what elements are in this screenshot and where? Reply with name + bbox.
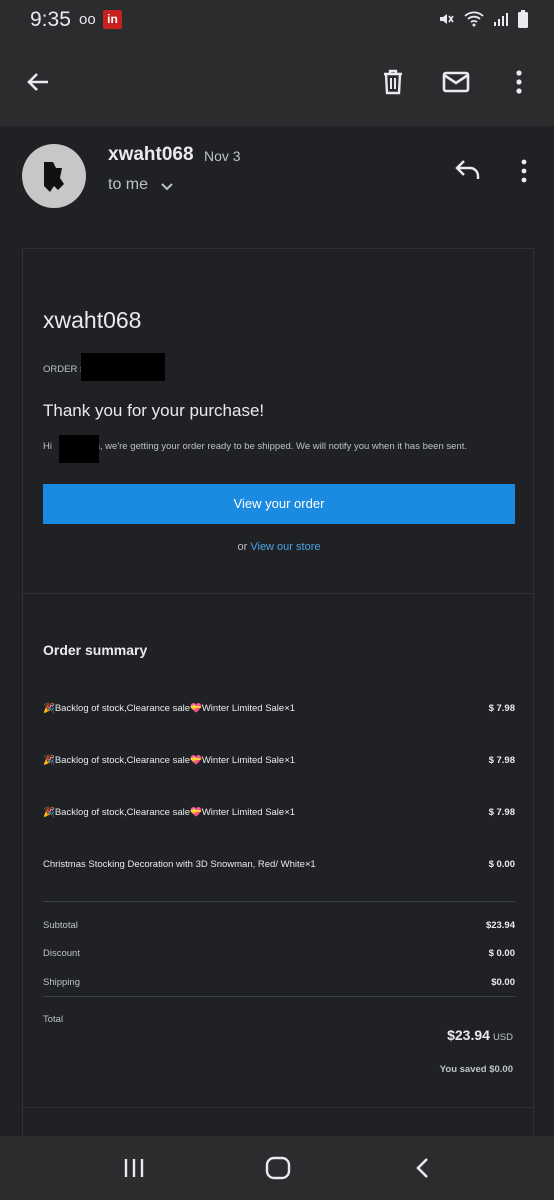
voicemail-icon: oo	[79, 11, 96, 28]
envelope-icon[interactable]	[441, 68, 471, 96]
store-link-line: or View our store	[23, 541, 535, 553]
status-bar: 9:35 oo in	[0, 0, 554, 40]
more-vert-icon[interactable]	[512, 158, 536, 184]
more-vert-icon[interactable]	[507, 68, 531, 96]
order-summary-title: Order summary	[43, 642, 148, 658]
reply-icon[interactable]	[454, 158, 482, 182]
system-icons	[437, 10, 528, 28]
shipping-value: $0.00	[491, 977, 515, 988]
item-name: 🎉Backlog of stock,Clearance sale💝Winter …	[43, 807, 296, 818]
item-name: Christmas Stocking Decoration with 3D Sn…	[43, 859, 316, 870]
item-price: $ 0.00	[488, 859, 515, 870]
section-divider	[23, 593, 533, 594]
discount-value: $ 0.00	[488, 948, 515, 959]
sender-avatar[interactable]	[22, 144, 86, 208]
total-amount: $23.94 USD	[447, 1027, 513, 1043]
item-name: 🎉Backlog of stock,Clearance sale💝Winter …	[43, 755, 296, 766]
recent-apps-icon[interactable]	[122, 1156, 146, 1180]
signal-icon	[494, 13, 508, 26]
back-icon[interactable]	[412, 1156, 434, 1180]
order-number-label: ORDER #	[43, 364, 86, 375]
redaction-box	[59, 435, 99, 463]
mute-icon	[440, 14, 454, 24]
total-label: Total	[43, 1014, 64, 1025]
shipping-row: Shipping $0.00	[43, 977, 515, 988]
recipient-label[interactable]: to me	[108, 176, 148, 194]
greeting-body: n, we're getting your order ready to be …	[94, 441, 467, 452]
avatar-silhouette-icon	[44, 162, 64, 192]
home-icon[interactable]	[265, 1156, 291, 1180]
email-header: xwaht068 Nov 3 to me	[0, 126, 554, 236]
totals-divider	[43, 901, 515, 902]
subtotal-value: $23.94	[485, 920, 515, 931]
system-nav-bar	[0, 1136, 554, 1200]
total-value: $23.94	[447, 1027, 490, 1043]
email-date: Nov 3	[204, 148, 241, 164]
discount-label: Discount	[43, 948, 80, 959]
item-price: $ 7.98	[488, 755, 515, 766]
thanks-heading: Thank you for your purchase!	[43, 401, 265, 420]
app-bar	[0, 40, 554, 126]
status-time: 9:35	[30, 8, 71, 31]
redaction-box	[81, 353, 165, 381]
item-price: $ 7.98	[488, 703, 515, 714]
shipping-label: Shipping	[43, 977, 80, 988]
wifi-icon	[464, 11, 484, 27]
section-divider	[23, 1107, 533, 1108]
battery-icon	[518, 10, 528, 28]
view-order-button[interactable]: View your order	[43, 484, 515, 524]
sender-name[interactable]: xwaht068	[108, 144, 194, 166]
subtotal-label: Subtotal	[43, 920, 78, 931]
view-store-link[interactable]: View our store	[250, 541, 320, 553]
email-body-card: xwaht068 ORDER # Thank you for your purc…	[22, 248, 534, 1148]
greeting-prefix: Hi	[43, 441, 52, 452]
store-title: xwaht068	[43, 307, 142, 333]
item-price: $ 7.98	[488, 807, 515, 818]
saved-text: You saved $0.00	[439, 1064, 513, 1075]
arrow-left-icon[interactable]	[24, 68, 52, 96]
trash-icon[interactable]	[380, 68, 406, 96]
greeting-message: Hi n, we're getting your order ready to …	[43, 441, 513, 452]
discount-row: Discount $ 0.00	[43, 948, 515, 959]
totals-divider	[43, 996, 515, 997]
total-row: Total	[43, 1014, 515, 1025]
item-name: 🎉Backlog of stock,Clearance sale💝Winter …	[43, 703, 296, 714]
or-text: or	[237, 541, 248, 553]
chevron-down-icon[interactable]	[160, 180, 174, 194]
subtotal-row: Subtotal $23.94	[43, 920, 515, 931]
linkedin-notification-icon: in	[103, 10, 122, 29]
currency-label: USD	[492, 1032, 513, 1043]
